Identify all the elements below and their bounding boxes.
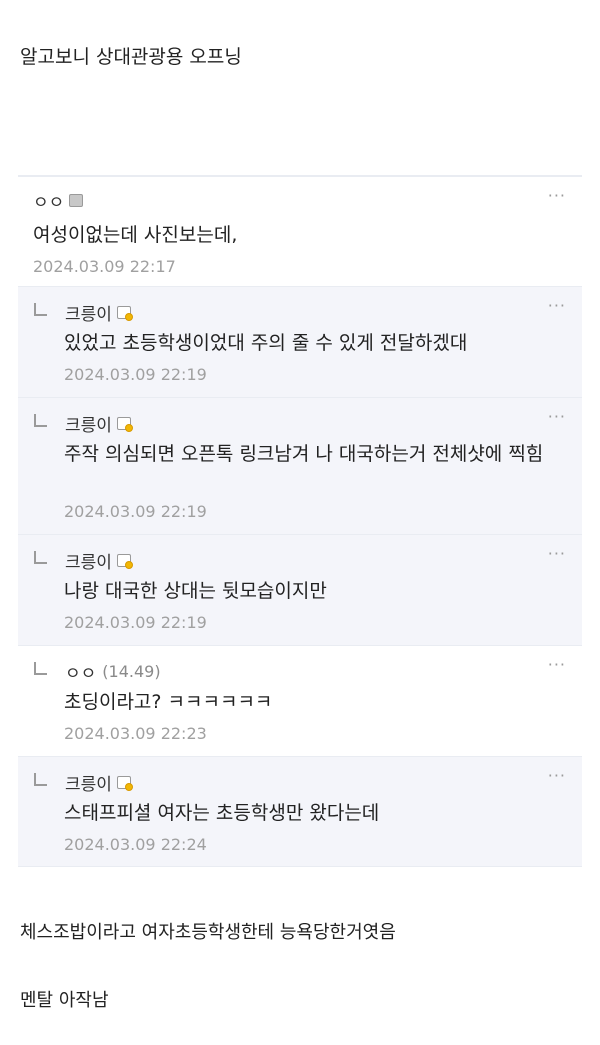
more-options-button[interactable]: ··· xyxy=(548,409,566,425)
fixed-nick-icon xyxy=(116,305,133,321)
reply-text: 스태프피셜 여자는 초등학생만 왔다는데 xyxy=(64,802,380,824)
reply-header: 크릉이 xyxy=(34,300,133,325)
reply-header: ㅇㅇ (14.49) xyxy=(34,659,161,684)
reply-author[interactable]: 크릉이 xyxy=(65,770,112,795)
fixed-nick-icon xyxy=(116,553,133,569)
post-body-text: 멘탈 아작남 xyxy=(20,990,109,1011)
reply-timestamp: 2024.03.09 22:19 xyxy=(64,365,207,384)
reply-timestamp: 2024.03.09 22:23 xyxy=(64,724,207,743)
reply-author[interactable]: 크릉이 xyxy=(65,300,112,325)
reply-author[interactable]: ㅇㅇ xyxy=(65,659,96,684)
ip-address: (14.49) xyxy=(102,661,161,681)
post-title: 알고보니 상대관광용 오프닝 xyxy=(20,46,242,68)
post-body-text: 체스조밥이라고 여자초등학생한테 능욕당한거엿음 xyxy=(20,922,396,943)
mobile-icon xyxy=(69,193,84,207)
reply-arrow-icon xyxy=(34,302,47,316)
reply-header: 크릉이 xyxy=(34,548,133,573)
reply-item: 크릉이 ··· 주작 의심되면 오픈톡 링크남겨 나 대국하는거 전체샷에 찍힘… xyxy=(18,398,582,535)
reply-author[interactable]: 크릉이 xyxy=(65,411,112,436)
reply-item: 크릉이 ··· 스태프피셜 여자는 초등학생만 왔다는데 2024.03.09 … xyxy=(18,757,582,867)
more-options-button[interactable]: ··· xyxy=(548,657,566,673)
more-options-button[interactable]: ··· xyxy=(548,546,566,562)
fixed-nick-icon xyxy=(116,775,133,791)
comment-list: ㅇㅇ ··· 여성이없는데 사진보는데, 2024.03.09 22:17 크릉… xyxy=(18,175,582,867)
comment-item: ㅇㅇ ··· 여성이없는데 사진보는데, 2024.03.09 22:17 xyxy=(18,177,582,287)
reply-item: 크릉이 ··· 나랑 대국한 상대는 뒷모습이지만 2024.03.09 22:… xyxy=(18,535,582,646)
comment-header: ㅇㅇ xyxy=(33,188,84,213)
reply-arrow-icon xyxy=(34,550,47,564)
more-options-button[interactable]: ··· xyxy=(548,768,566,784)
reply-text: 주작 의심되면 오픈톡 링크남겨 나 대국하는거 전체샷에 찍힘 xyxy=(64,443,544,465)
comment-timestamp: 2024.03.09 22:17 xyxy=(33,257,176,276)
reply-arrow-icon xyxy=(34,772,47,786)
fixed-nick-icon xyxy=(116,416,133,432)
reply-item: 크릉이 ··· 있었고 초등학생이었대 주의 줄 수 있게 전달하겠대 2024… xyxy=(18,287,582,398)
more-options-button[interactable]: ··· xyxy=(548,298,566,314)
reply-text: 나랑 대국한 상대는 뒷모습이지만 xyxy=(64,580,327,602)
reply-timestamp: 2024.03.09 22:19 xyxy=(64,502,207,521)
reply-timestamp: 2024.03.09 22:19 xyxy=(64,613,207,632)
more-options-button[interactable]: ··· xyxy=(548,188,566,204)
reply-timestamp: 2024.03.09 22:24 xyxy=(64,835,207,854)
reply-item: ㅇㅇ (14.49) ··· 초딩이라고? ㅋㅋㅋㅋㅋㅋ 2024.03.09 … xyxy=(18,646,582,757)
reply-text: 있었고 초등학생이었대 주의 줄 수 있게 전달하겠대 xyxy=(64,332,468,354)
comment-author[interactable]: ㅇㅇ xyxy=(33,188,64,213)
reply-text: 초딩이라고? ㅋㅋㅋㅋㅋㅋ xyxy=(64,691,273,713)
comment-text: 여성이없는데 사진보는데, xyxy=(33,224,238,246)
reply-arrow-icon xyxy=(34,661,47,675)
reply-header: 크릉이 xyxy=(34,770,133,795)
reply-arrow-icon xyxy=(34,413,47,427)
reply-header: 크릉이 xyxy=(34,411,133,436)
reply-author[interactable]: 크릉이 xyxy=(65,548,112,573)
